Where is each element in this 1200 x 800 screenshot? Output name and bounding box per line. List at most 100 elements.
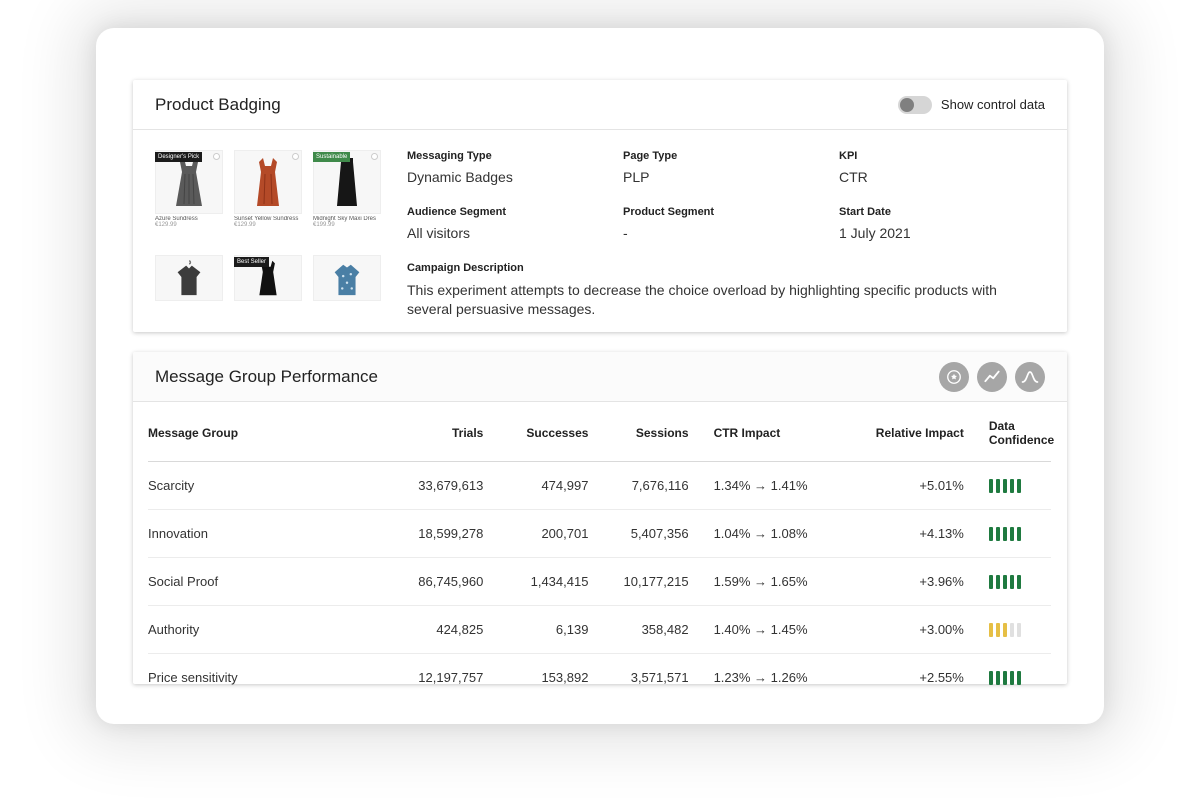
field-value: - — [623, 225, 829, 241]
toggle-knob[interactable] — [900, 98, 914, 112]
dress-illustration — [169, 156, 209, 208]
cell-sessions: 358,482 — [588, 606, 688, 654]
product-badge: Designer's Pick — [155, 152, 202, 162]
table-row[interactable]: Authority 424,825 6,139 358,482 1.40% → … — [148, 606, 1051, 654]
table-row[interactable]: Social Proof 86,745,960 1,434,415 10,177… — [148, 558, 1051, 606]
rosette-badge-button[interactable] — [939, 362, 969, 392]
field-label: Messaging Type — [407, 150, 613, 162]
cell-successes: 1,434,415 — [483, 558, 588, 606]
confidence-bars — [989, 479, 1051, 493]
field-label: KPI — [839, 150, 1045, 162]
cell-data-confidence — [964, 558, 1051, 606]
cell-relative-impact: +3.00% — [854, 606, 964, 654]
field-value: 1 July 2021 — [839, 225, 1045, 241]
col-sessions: Sessions — [588, 402, 688, 462]
campaign-title: Product Badging — [155, 95, 281, 115]
performance-title: Message Group Performance — [155, 367, 378, 387]
dress-illustration — [327, 156, 367, 208]
field-audience-segment: Audience Segment All visitors — [407, 206, 613, 241]
table-row[interactable]: Price sensitivity 12,197,757 153,892 3,5… — [148, 654, 1051, 702]
trend-chart-icon — [982, 367, 1002, 387]
cell-group: Social Proof — [148, 558, 343, 606]
cell-group: Price sensitivity — [148, 654, 343, 702]
field-value: Dynamic Badges — [407, 169, 613, 185]
cell-relative-impact: +4.13% — [854, 510, 964, 558]
product-caption: Midnight Sky Maxi Dres €199.99 — [313, 216, 381, 228]
description-text: This experiment attempts to decrease the… — [407, 281, 1045, 319]
product-caption: Azure Sundress €129.99 — [155, 216, 223, 228]
product-preview-grid: Designer's Pick Azure Sundress €129.99 — [155, 150, 381, 319]
col-ctr-impact: CTR Impact — [689, 402, 854, 462]
cell-ctr-impact: 1.34% → 1.41% — [689, 462, 854, 510]
performance-toolbar — [939, 362, 1045, 392]
cell-sessions: 5,407,356 — [588, 510, 688, 558]
wishlist-icon — [213, 153, 220, 160]
performance-card-header: Message Group Performance — [133, 352, 1067, 402]
field-value: All visitors — [407, 225, 613, 241]
dashboard-panel: Product Badging Show control data Design… — [96, 28, 1104, 724]
description-label: Campaign Description — [407, 262, 1045, 274]
confidence-bars — [989, 575, 1051, 589]
field-value: CTR — [839, 169, 1045, 185]
wishlist-icon — [371, 153, 378, 160]
col-data-confidence: Data Confidence — [964, 402, 1051, 462]
product-image — [234, 150, 302, 214]
col-message-group: Message Group — [148, 402, 343, 462]
confidence-bars — [989, 671, 1051, 685]
field-label: Audience Segment — [407, 206, 613, 218]
field-label: Page Type — [623, 150, 829, 162]
field-page-type: Page Type PLP — [623, 150, 829, 185]
cell-ctr-impact: 1.40% → 1.45% — [689, 606, 854, 654]
field-kpi: KPI CTR — [839, 150, 1045, 185]
cell-trials: 12,197,757 — [343, 654, 483, 702]
blouse-illustration — [327, 259, 367, 297]
toggle-track[interactable] — [898, 96, 932, 114]
product-thumbnail: Sustainable Midnight Sky Maxi Dres €199.… — [313, 150, 381, 245]
cell-trials: 18,599,278 — [343, 510, 483, 558]
performance-table: Message Group Trials Successes Sessions … — [148, 402, 1051, 701]
campaign-description: Campaign Description This experiment att… — [407, 262, 1045, 319]
field-value: PLP — [623, 169, 829, 185]
field-messaging-type: Messaging Type Dynamic Badges — [407, 150, 613, 185]
rosette-icon — [944, 367, 964, 387]
product-price: €129.99 — [234, 222, 302, 228]
performance-card: Message Group Performance — [133, 352, 1067, 684]
product-caption: Sunset Yellow Sundress €129.99 — [234, 216, 302, 228]
cell-ctr-impact: 1.04% → 1.08% — [689, 510, 854, 558]
bell-curve-button[interactable] — [1015, 362, 1045, 392]
field-start-date: Start Date 1 July 2021 — [839, 206, 1045, 241]
trend-chart-button[interactable] — [977, 362, 1007, 392]
cell-data-confidence — [964, 462, 1051, 510]
confidence-bars — [989, 527, 1051, 541]
product-thumbnail — [313, 255, 381, 318]
cell-trials: 86,745,960 — [343, 558, 483, 606]
cell-relative-impact: +2.55% — [854, 654, 964, 702]
product-price: €129.99 — [155, 222, 223, 228]
table-row[interactable]: Innovation 18,599,278 200,701 5,407,356 … — [148, 510, 1051, 558]
col-relative-impact: Relative Impact — [854, 402, 964, 462]
product-price: €199.99 — [313, 222, 381, 228]
campaign-details: Messaging Type Dynamic Badges Page Type … — [407, 150, 1045, 319]
product-thumbnail: Best Seller — [234, 255, 302, 318]
show-control-data-toggle[interactable]: Show control data — [898, 96, 1045, 114]
performance-table-wrap: Message Group Trials Successes Sessions … — [133, 402, 1067, 701]
campaign-card: Product Badging Show control data Design… — [133, 80, 1067, 332]
col-trials: Trials — [343, 402, 483, 462]
wishlist-icon — [292, 153, 299, 160]
product-badge: Best Seller — [234, 257, 269, 267]
cell-data-confidence — [964, 606, 1051, 654]
confidence-bars — [989, 623, 1051, 637]
product-thumbnail — [155, 255, 223, 318]
campaign-body: Designer's Pick Azure Sundress €129.99 — [133, 130, 1067, 319]
cell-successes: 474,997 — [483, 462, 588, 510]
cell-data-confidence — [964, 510, 1051, 558]
product-thumbnail: Sunset Yellow Sundress €129.99 — [234, 150, 302, 245]
product-image — [155, 255, 223, 301]
table-row[interactable]: Scarcity 33,679,613 474,997 7,676,116 1.… — [148, 462, 1051, 510]
cell-group: Innovation — [148, 510, 343, 558]
dress-illustration — [248, 156, 288, 208]
cell-sessions: 7,676,116 — [588, 462, 688, 510]
top-illustration — [169, 259, 209, 297]
bell-curve-icon — [1020, 367, 1040, 387]
cell-successes: 6,139 — [483, 606, 588, 654]
